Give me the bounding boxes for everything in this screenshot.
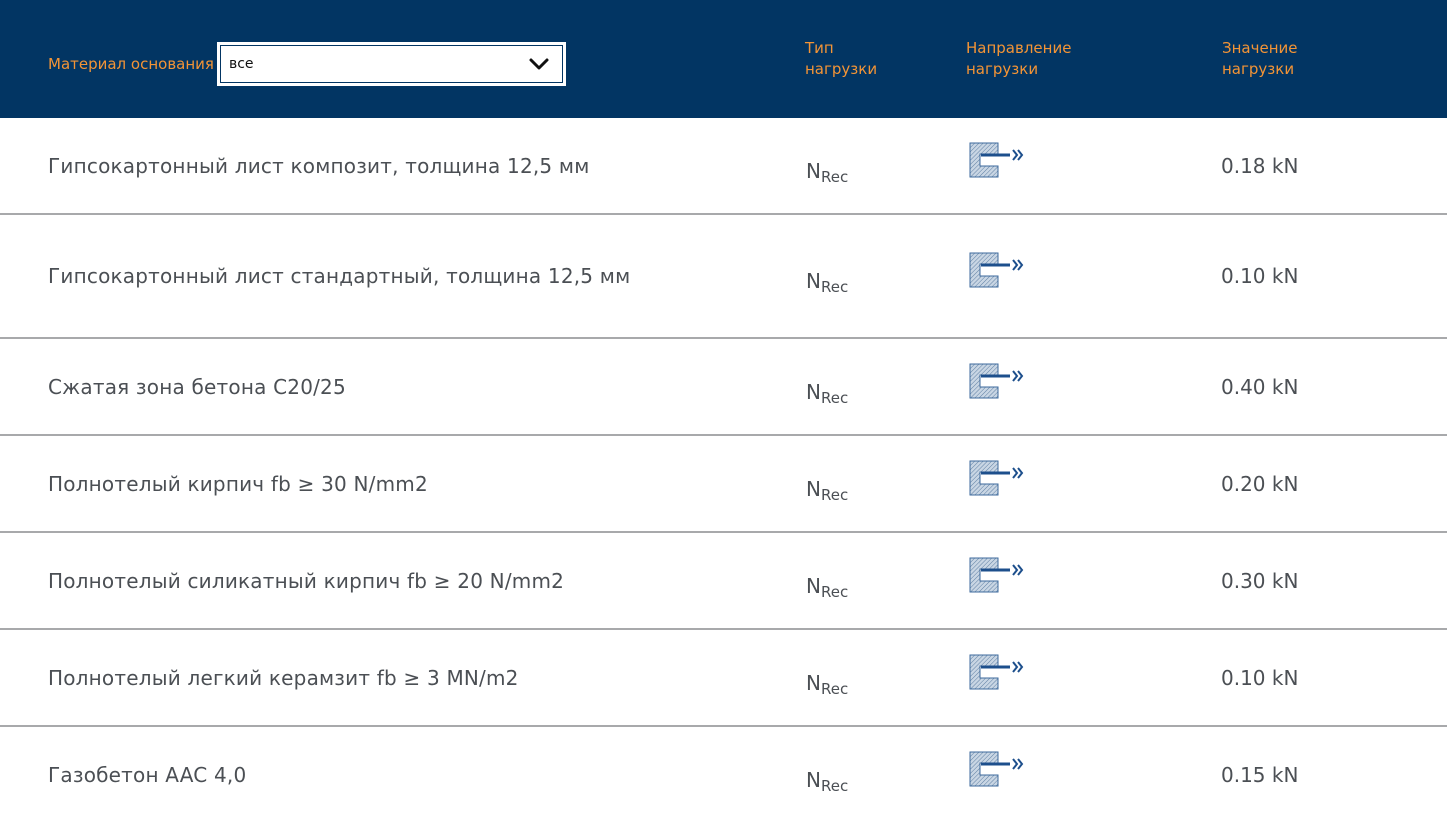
- tension-load-direction-icon: [968, 556, 1030, 594]
- table-row: Гипсокартонный лист композит, толщина 12…: [0, 118, 1447, 215]
- load-type-subscript: Rec: [820, 679, 849, 698]
- column-header-load-direction: Направление нагрузки: [966, 38, 1071, 80]
- load-type-subscript: Rec: [820, 278, 849, 296]
- column-header-load-value-line2: нагрузки: [1222, 60, 1295, 78]
- column-header-load-direction-line2: нагрузки: [966, 60, 1039, 78]
- load-type-cell: NRec: [806, 668, 848, 704]
- base-material-cell: Газобетон AAC 4,0: [48, 762, 247, 787]
- table-row: Гипсокартонный лист стандартный, толщина…: [0, 215, 1447, 339]
- base-material-cell: Сжатая зона бетона C20/25: [48, 374, 346, 399]
- table-row: Полнотелый кирпич fb ≥ 30 N/mm2 NRec 0.20 …: [0, 436, 1447, 533]
- load-type-symbol: N: [806, 379, 821, 404]
- base-material-filter: Материал основания все: [48, 42, 566, 86]
- load-type-symbol: N: [806, 269, 821, 293]
- load-type-subscript: Rec: [820, 582, 849, 601]
- load-type-cell: NRec: [806, 266, 848, 302]
- load-type-subscript: Rec: [820, 485, 849, 504]
- load-value-cell: 0.30 kN: [1221, 568, 1299, 593]
- load-type-subscript: Rec: [820, 388, 849, 407]
- load-type-cell: NRec: [806, 474, 848, 510]
- base-material-filter-label: Материал основания: [48, 54, 214, 73]
- column-header-load-direction-line1: Направление: [966, 39, 1072, 57]
- base-material-cell: Полнотелый легкий керамзит fb ≥ 3 MN/m2: [48, 665, 519, 690]
- load-value-cell: 0.10 kN: [1221, 665, 1299, 690]
- load-value-cell: 0.18 kN: [1221, 153, 1299, 178]
- column-header-load-value-line1: Значение: [1222, 39, 1298, 57]
- load-type-symbol: N: [806, 158, 821, 183]
- load-type-symbol: N: [806, 573, 821, 598]
- tension-load-direction-icon: [968, 750, 1030, 788]
- table-body: Гипсокартонный лист композит, толщина 12…: [0, 118, 1447, 822]
- column-header-load-type: Тип нагрузки: [805, 38, 877, 80]
- base-material-select[interactable]: все: [216, 42, 566, 86]
- load-values-table: Материал основания все Тип нагрузки Напр…: [0, 0, 1447, 822]
- table-row: Газобетон AAC 4,0 NRec 0.15 kN: [0, 727, 1447, 822]
- load-type-symbol: N: [806, 476, 821, 501]
- tension-load-direction-icon: [968, 362, 1030, 400]
- load-type-subscript: Rec: [820, 167, 849, 186]
- base-material-select-value: все: [228, 55, 254, 72]
- column-header-load-type-line2: нагрузки: [805, 60, 878, 78]
- base-material-cell: Гипсокартонный лист композит, толщина 12…: [48, 153, 590, 178]
- load-type-symbol: N: [806, 767, 821, 792]
- load-type-subscript: Rec: [820, 776, 849, 795]
- tension-load-direction-icon: [968, 459, 1030, 497]
- table-row: Полнотелый легкий керамзит fb ≥ 3 MN/m2 N…: [0, 630, 1447, 727]
- load-value-cell: 0.15 kN: [1221, 762, 1299, 787]
- table-header: Материал основания все Тип нагрузки Напр…: [0, 0, 1447, 118]
- table-row: Сжатая зона бетона C20/25 NRec 0.40 kN: [0, 339, 1447, 436]
- tension-load-direction-icon: [968, 653, 1030, 691]
- column-header-load-value: Значение нагрузки: [1222, 38, 1298, 80]
- chevron-down-icon: [529, 58, 549, 70]
- table-row: Полнотелый силикатный кирпич fb ≥ 20 N/m…: [0, 533, 1447, 630]
- base-material-cell: Полнотелый силикатный кирпич fb ≥ 20 N/m…: [48, 568, 565, 593]
- load-value-cell: 0.20 kN: [1221, 471, 1299, 496]
- load-type-cell: NRec: [806, 377, 848, 413]
- tension-load-direction-icon: [968, 141, 1030, 179]
- column-header-load-type-line1: Тип: [805, 39, 834, 57]
- base-material-cell: Гипсокартонный лист стандартный, толщина…: [48, 264, 631, 288]
- load-value-cell: 0.40 kN: [1221, 374, 1299, 399]
- load-type-cell: NRec: [806, 765, 848, 801]
- tension-load-direction-icon: [968, 251, 1030, 289]
- load-type-symbol: N: [806, 670, 821, 695]
- load-type-cell: NRec: [806, 156, 848, 192]
- load-type-cell: NRec: [806, 571, 848, 607]
- load-value-cell: 0.10 kN: [1221, 264, 1299, 288]
- base-material-cell: Полнотелый кирпич fb ≥ 30 N/mm2: [48, 471, 428, 496]
